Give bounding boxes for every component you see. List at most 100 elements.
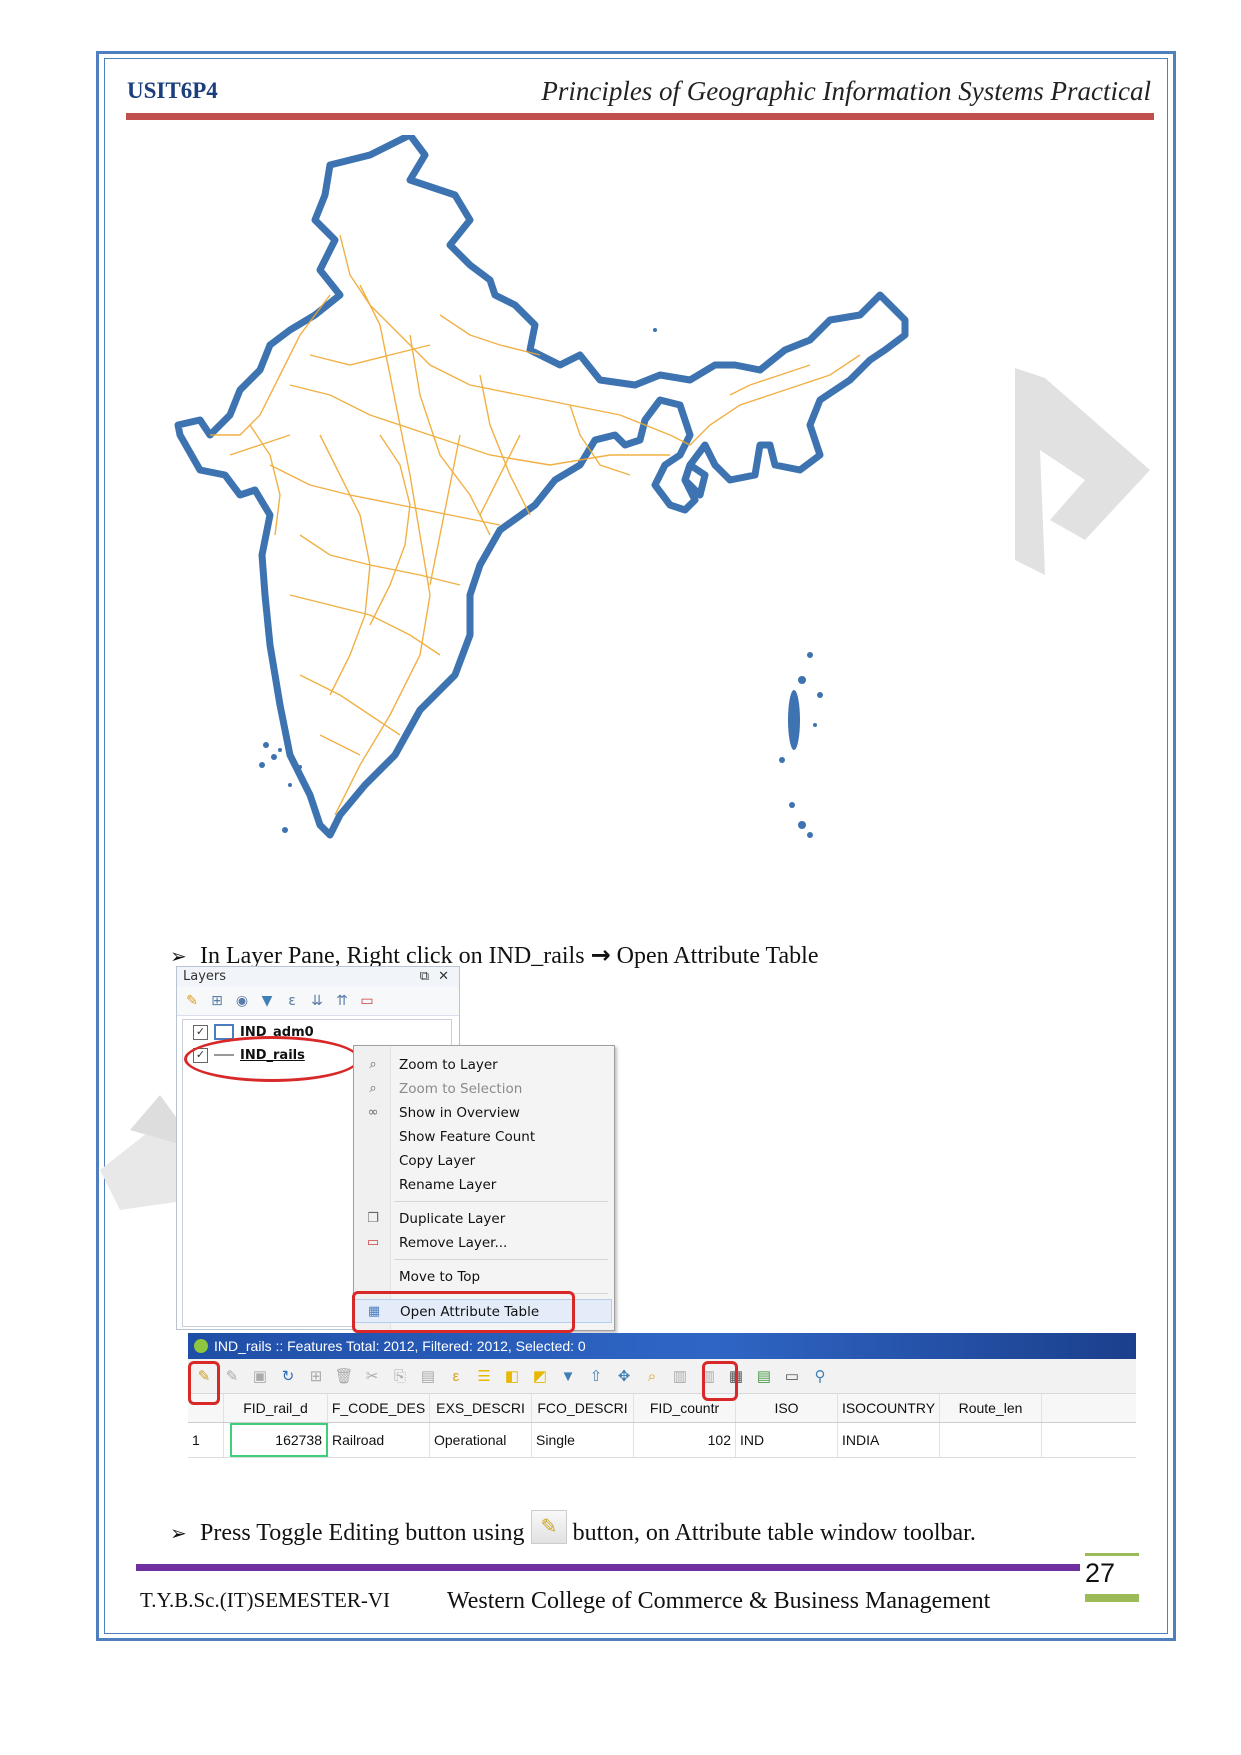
table-row[interactable]: 1 162738 Railroad Operational Single 102… xyxy=(188,1423,1136,1458)
menu-label: Move to Top xyxy=(399,1269,481,1285)
highlight-box xyxy=(702,1361,738,1401)
zoom-icon: ⌕ xyxy=(369,1081,377,1096)
delete-feature-icon[interactable]: 🗑 xyxy=(334,1366,354,1386)
qgis-app-icon xyxy=(194,1339,208,1353)
select-by-expression-icon[interactable]: ε xyxy=(446,1366,466,1386)
menu-separator xyxy=(394,1201,608,1202)
course-code: USIT6P4 xyxy=(127,78,218,103)
expand-all-icon[interactable]: ⇊ xyxy=(308,992,326,1010)
toggle-editing-icon: ✎ xyxy=(530,1510,567,1544)
menu-rename-layer[interactable]: Rename Layer xyxy=(354,1173,612,1197)
menu-label: Zoom to Layer xyxy=(399,1057,498,1073)
pan-to-selection-icon[interactable]: ✥ xyxy=(614,1366,634,1386)
india-rail-map xyxy=(174,135,909,839)
column-header[interactable]: ISOCOUNTRY xyxy=(838,1394,940,1422)
remove-icon: ▭ xyxy=(366,1235,380,1250)
footer-college: Western College of Commerce & Business M… xyxy=(447,1588,991,1614)
row-index[interactable]: 1 xyxy=(188,1423,224,1457)
step-1-arrow: → xyxy=(590,941,611,969)
style-brush-icon[interactable]: ✎ xyxy=(183,992,201,1010)
menu-zoom-to-selection[interactable]: ⌕ Zoom to Selection xyxy=(354,1077,612,1101)
copy-icon[interactable]: ⎘ xyxy=(390,1366,410,1386)
layers-panel-title: Layers ⧉ ✕ xyxy=(177,967,459,987)
menu-zoom-to-layer[interactable]: ⌕ Zoom to Layer xyxy=(354,1053,612,1077)
expression-filter-icon[interactable]: ε xyxy=(283,992,301,1010)
column-header[interactable]: F_CODE_DES xyxy=(328,1394,430,1422)
attribute-table-toolbar: ✎ ✎ ▣ ↻ ⊞ 🗑 ✂ ⎘ ▤ ε ☰ ◧ ◩ ▼ ⇧ ✥ ⌕ ▥ ▥ ▦ … xyxy=(188,1359,1136,1394)
menu-label: Copy Layer xyxy=(399,1153,476,1169)
menu-duplicate-layer[interactable]: ❐ Duplicate Layer xyxy=(354,1207,612,1231)
menu-label: Remove Layer... xyxy=(399,1235,508,1251)
attribute-table-titlebar: IND_rails :: Features Total: 2012, Filte… xyxy=(188,1333,1136,1359)
page-number-accent xyxy=(1085,1594,1139,1602)
save-edits-icon[interactable]: ▣ xyxy=(250,1366,270,1386)
move-selection-top-icon[interactable]: ⇧ xyxy=(586,1366,606,1386)
actions-icon[interactable]: ⚲ xyxy=(810,1366,830,1386)
page-number: 27 xyxy=(1085,1558,1116,1588)
layer-context-menu: ⌕ Zoom to Layer ⌕ Zoom to Selection ∞ Sh… xyxy=(353,1045,615,1331)
table-cell[interactable]: Operational xyxy=(430,1423,532,1457)
column-header[interactable]: ISO xyxy=(736,1394,838,1422)
table-cell[interactable]: 162738 xyxy=(230,1423,328,1457)
table-cell[interactable]: INDIA xyxy=(838,1423,940,1457)
column-header[interactable]: Route_len xyxy=(940,1394,1042,1422)
add-feature-icon[interactable]: ⊞ xyxy=(306,1366,326,1386)
float-icon[interactable]: ⧉ xyxy=(420,967,429,987)
paste-icon[interactable]: ▤ xyxy=(418,1366,438,1386)
collapse-all-icon[interactable]: ⇈ xyxy=(333,992,351,1010)
layer-checkbox[interactable]: ✓ xyxy=(193,1024,208,1040)
highlight-box xyxy=(352,1291,575,1333)
table-cell[interactable]: Single xyxy=(532,1423,634,1457)
zoom-to-selection-icon[interactable]: ⌕ xyxy=(642,1366,662,1386)
reload-icon[interactable]: ↻ xyxy=(278,1366,298,1386)
select-all-icon[interactable]: ☰ xyxy=(474,1366,494,1386)
menu-remove-layer[interactable]: ▭ Remove Layer... xyxy=(354,1231,612,1255)
layers-toolbar: ✎ ⊞ ◉ ▼ ε ⇊ ⇈ ▭ xyxy=(177,987,459,1016)
filter-icon[interactable]: ▼ xyxy=(258,992,276,1010)
cut-icon[interactable]: ✂ xyxy=(362,1366,382,1386)
new-field-icon[interactable]: ▥ xyxy=(670,1366,690,1386)
highlight-oval xyxy=(184,1036,360,1082)
visibility-icon[interactable]: ◉ xyxy=(233,992,251,1010)
filter-icon[interactable]: ▼ xyxy=(558,1366,578,1386)
conditional-format-icon[interactable]: ▤ xyxy=(754,1366,774,1386)
attribute-table-window: IND_rails :: Features Total: 2012, Filte… xyxy=(188,1333,1136,1468)
deselect-icon[interactable]: ◩ xyxy=(530,1366,550,1386)
close-icon[interactable]: ✕ xyxy=(438,967,449,987)
menu-label: Duplicate Layer xyxy=(399,1211,506,1227)
table-header: FID_rail_d F_CODE_DES EXS_DESCRI FCO_DES… xyxy=(188,1394,1136,1423)
table-cell[interactable]: IND xyxy=(736,1423,838,1457)
menu-separator xyxy=(394,1259,608,1260)
column-header[interactable]: FID_rail_d xyxy=(224,1394,328,1422)
table-cell[interactable]: Railroad xyxy=(328,1423,430,1457)
add-group-icon[interactable]: ⊞ xyxy=(208,992,226,1010)
step-2-text-after: button, on Attribute table window toolba… xyxy=(572,1520,976,1546)
menu-show-feature-count[interactable]: Show Feature Count xyxy=(354,1125,612,1149)
invert-selection-icon[interactable]: ◧ xyxy=(502,1366,522,1386)
menu-label: Zoom to Selection xyxy=(399,1081,523,1097)
bullet-arrow-icon: ➢ xyxy=(170,944,187,968)
remove-layer-icon[interactable]: ▭ xyxy=(358,992,376,1010)
menu-show-in-overview[interactable]: ∞ Show in Overview xyxy=(354,1101,612,1125)
page-title: Principles of Geographic Information Sys… xyxy=(541,76,1151,106)
step-2-text-before: Press Toggle Editing button using xyxy=(200,1520,525,1546)
column-header[interactable]: FCO_DESCRI xyxy=(532,1394,634,1422)
table-cell[interactable]: 102 xyxy=(634,1423,736,1457)
footer-semester: T.Y.B.Sc.(IT)SEMESTER-VI xyxy=(140,1588,391,1612)
table-cell[interactable] xyxy=(940,1423,1042,1457)
zoom-icon: ⌕ xyxy=(369,1057,377,1072)
bullet-arrow-icon: ➢ xyxy=(170,1521,187,1545)
menu-move-to-top[interactable]: Move to Top xyxy=(354,1265,612,1289)
dock-icon[interactable]: ▭ xyxy=(782,1366,802,1386)
multi-edit-icon[interactable]: ✎ xyxy=(222,1366,242,1386)
islands xyxy=(259,328,823,838)
duplicate-icon: ❐ xyxy=(367,1211,379,1226)
step-instruction-2: ➢ Press Toggle Editing button using ✎ butto… xyxy=(170,1510,976,1547)
highlight-box xyxy=(188,1361,220,1405)
menu-copy-layer[interactable]: Copy Layer xyxy=(354,1149,612,1173)
menu-label: Show Feature Count xyxy=(399,1129,536,1145)
overview-icon: ∞ xyxy=(367,1105,379,1120)
column-header[interactable]: EXS_DESCRI xyxy=(430,1394,532,1422)
menu-label: Rename Layer xyxy=(399,1177,497,1193)
menu-label: Show in Overview xyxy=(399,1105,520,1121)
